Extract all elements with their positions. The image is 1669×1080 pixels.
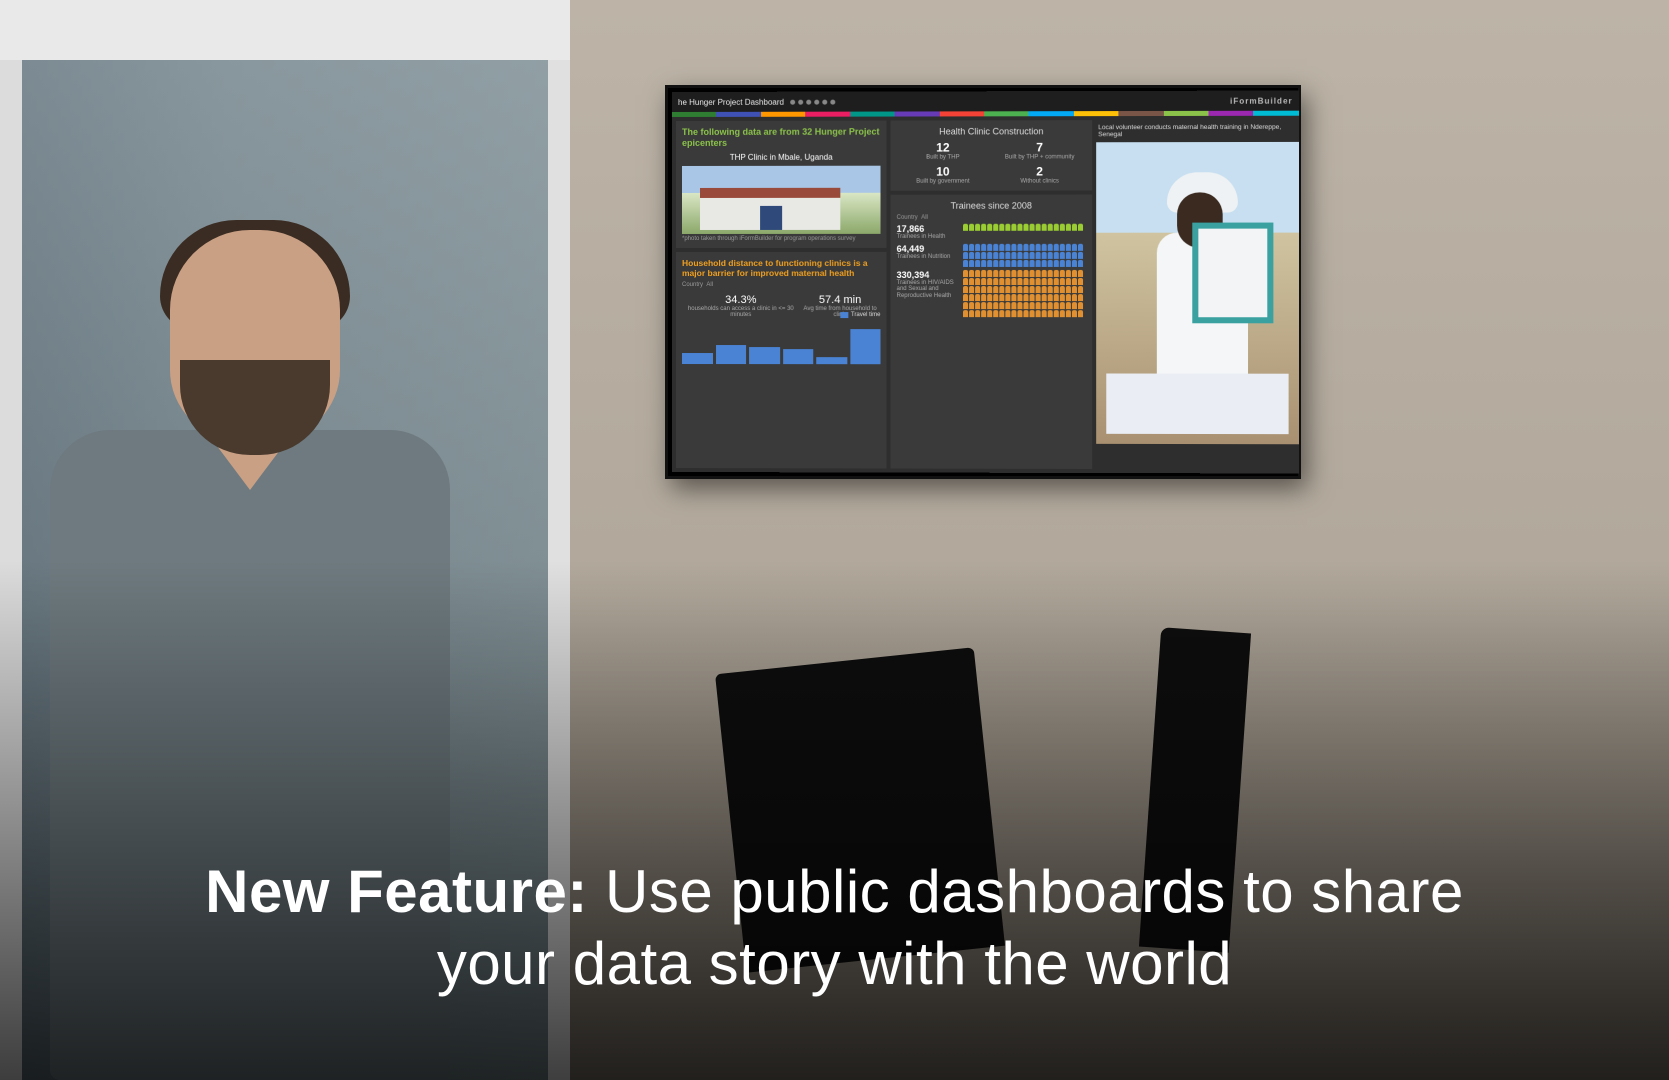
headline-rest: Use public dashboards to share your data…	[437, 858, 1464, 997]
headline-bold: New Feature:	[205, 858, 588, 925]
stat1-value: 34.3%	[682, 294, 800, 306]
headline: New Feature: Use public dashboards to sh…	[0, 856, 1669, 1000]
photo-caption: Local volunteer conducts maternal health…	[1096, 120, 1299, 143]
mid-filter-value: All	[921, 215, 928, 221]
construction-stat: 10Built by government	[897, 165, 990, 185]
wall-tv: he Hunger Project Dashboard iFormBuilder…	[665, 85, 1301, 479]
trainees-rows: 17,866Trainees in Health 64,449Trainees i…	[897, 224, 1086, 317]
middle-column: Health Clinic Construction 12Built by TH…	[891, 120, 1093, 469]
construction-stat: 2Without clinics	[993, 164, 1086, 184]
promo-scene: he Hunger Project Dashboard iFormBuilder…	[0, 0, 1669, 1080]
chart-bar	[816, 357, 847, 364]
dashboard-title: he Hunger Project Dashboard	[678, 97, 784, 106]
chart-bar	[783, 349, 814, 364]
volunteer-photo	[1096, 142, 1299, 444]
stat2-value: 57.4 min	[800, 294, 881, 306]
intro-text: The following data are from 32 Hunger Pr…	[682, 127, 881, 149]
bottom-vignette	[0, 560, 1669, 1080]
bar-legend: Travel time	[840, 312, 881, 318]
trainee-row: 330,394Trainees in HIV/AIDS and Sexual a…	[897, 270, 1086, 317]
distance-bar-chart	[682, 324, 881, 364]
filter-value: All	[706, 282, 713, 288]
trainee-row: 64,449Trainees in Nutrition	[897, 243, 1086, 266]
construction-stat: 7Built by THP + community	[993, 140, 1086, 160]
page-dots	[790, 99, 835, 104]
chart-bar	[850, 329, 881, 364]
construction-stats: 12Built by THP7Built by THP + community1…	[897, 140, 1086, 184]
right-column: Local volunteer conducts maternal health…	[1096, 120, 1299, 470]
chart-bar	[716, 345, 747, 364]
filter-label: Country	[682, 282, 703, 288]
construction-title: Health Clinic Construction	[897, 126, 1086, 136]
chart-bar	[749, 347, 780, 364]
clinic-photo	[682, 165, 881, 233]
left-column: The following data are from 32 Hunger Pr…	[676, 121, 887, 469]
mid-filter-label: Country	[897, 215, 918, 221]
stat1-label: households can access a clinic in <= 30 …	[682, 306, 800, 318]
dashboard-screen: he Hunger Project Dashboard iFormBuilder…	[672, 91, 1299, 474]
construction-stat: 12Built by THP	[897, 140, 990, 160]
barrier-text: Household distance to functioning clinic…	[682, 258, 881, 278]
chart-bar	[682, 353, 713, 364]
brand-label: iFormBuilder	[1230, 96, 1293, 105]
trainee-row: 17,866Trainees in Health	[897, 224, 1086, 241]
clinic-title: THP Clinic in Mbale, Uganda	[682, 152, 881, 161]
clinic-caption: *photo taken through iFormBuilder for pr…	[682, 235, 881, 241]
trainees-title: Trainees since 2008	[897, 201, 1086, 211]
dashboard-topbar: he Hunger Project Dashboard iFormBuilder	[672, 91, 1299, 112]
